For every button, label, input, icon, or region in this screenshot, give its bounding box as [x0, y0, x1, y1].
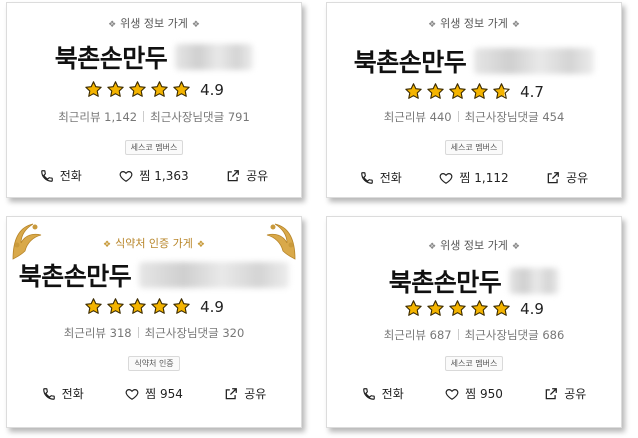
heart-icon: [445, 388, 459, 400]
store-card-1[interactable]: ❖ 위생 정보 가게 ❖ 북촌손만두 4.9 최근리뷰 1,142 최근사장님댓글 7…: [6, 2, 302, 198]
star-full-icon: [471, 83, 488, 99]
star-full-icon: [493, 300, 510, 316]
rating-score: 4.9: [520, 299, 544, 318]
rating: 4.7: [327, 82, 621, 101]
call-button[interactable]: 전화: [40, 167, 82, 184]
star-full-icon: [449, 83, 466, 99]
diamond-icon: ❖: [428, 242, 437, 252]
heart-icon: [440, 172, 453, 184]
rating-score: 4.7: [520, 82, 544, 101]
star-full-icon: [173, 298, 190, 314]
rating-score: 4.9: [200, 80, 224, 99]
star-full-icon: [405, 83, 422, 99]
store-name[interactable]: 북촌손만두: [354, 43, 467, 79]
divider: [137, 327, 139, 338]
share-button[interactable]: 공유: [546, 169, 588, 186]
share-button[interactable]: 공유: [226, 167, 268, 184]
star-full-icon: [471, 300, 488, 316]
like-button[interactable]: 찜 950: [445, 385, 503, 402]
rating-score: 4.9: [200, 297, 224, 316]
phone-icon: [360, 171, 373, 184]
hygiene-tag: ❖ 위생 정보 가게 ❖: [108, 17, 200, 30]
cesco-badge: 세스코 멤버스: [444, 356, 504, 371]
share-icon: [545, 387, 558, 399]
hygiene-tag: ❖ 위생 정보 가게 ❖: [428, 17, 520, 30]
like-button[interactable]: 찜 1,112: [439, 169, 509, 186]
store-card-3[interactable]: ❖ 식약처 인증 가게 ❖ 북촌손만두 4.9 최근리뷰 318 최근사장님댓글 32…: [6, 216, 302, 428]
store-card-4[interactable]: ❖ 위생 정보 가게 ❖ 북촌손만두 4.9 최근리뷰 687 최근사장님댓글 686…: [326, 216, 622, 428]
like-button[interactable]: 찜 1,363: [119, 167, 189, 184]
cesco-badge: 세스코 멤버스: [444, 140, 504, 155]
like-button[interactable]: 찜 954: [125, 385, 183, 402]
diamond-icon: ❖: [511, 20, 520, 30]
diamond-icon: ❖: [428, 20, 437, 30]
diamond-icon: ❖: [196, 240, 205, 250]
star-full-icon: [427, 83, 444, 99]
star-full-icon: [449, 300, 466, 316]
rating: 4.9: [327, 299, 621, 318]
phone-icon: [42, 387, 55, 400]
store-name[interactable]: 북촌손만두: [389, 263, 502, 299]
diamond-icon: ❖: [108, 20, 117, 30]
star-full-icon: [173, 81, 190, 97]
recent-reviews-count[interactable]: 최근리뷰 687: [384, 328, 452, 342]
diamond-icon: ❖: [191, 20, 200, 30]
call-button[interactable]: 전화: [42, 385, 84, 402]
recent-reviews-count[interactable]: 최근리뷰 318: [64, 326, 132, 340]
share-icon: [227, 169, 240, 181]
divider: [457, 111, 459, 122]
owner-replies-count[interactable]: 최근사장님댓글 686: [465, 328, 565, 342]
call-button[interactable]: 전화: [362, 385, 404, 402]
rating: 4.9: [7, 297, 301, 316]
star-full-icon: [85, 298, 102, 314]
store-card-2[interactable]: ❖ 위생 정보 가게 ❖ 북촌손만두 4.7 최근리뷰 440 최근사장님댓글 454…: [326, 2, 622, 198]
blurred-branch-name: [175, 44, 254, 70]
divider: [143, 111, 145, 122]
star-full-icon: [405, 300, 422, 316]
blurred-branch-name: [509, 268, 560, 294]
star-full-icon: [129, 81, 146, 97]
divider: [457, 329, 459, 340]
phone-icon: [40, 169, 53, 182]
star-full-icon: [151, 298, 168, 314]
recent-reviews-count[interactable]: 최근리뷰 440: [384, 110, 452, 124]
share-icon: [547, 171, 560, 183]
blurred-branch-name: [139, 262, 290, 288]
cesco-badge: 세스코 멤버스: [124, 140, 184, 155]
hygiene-tag: ❖ 위생 정보 가게 ❖: [428, 239, 520, 252]
heart-icon: [120, 170, 133, 182]
mfds-badge: 식약처 인증: [128, 356, 180, 371]
store-name[interactable]: 북촌손만두: [19, 257, 132, 293]
owner-replies-count[interactable]: 최근사장님댓글 454: [465, 110, 565, 124]
star-full-icon: [107, 81, 124, 97]
recent-reviews-count[interactable]: 최근리뷰 1,142: [58, 110, 137, 124]
star-half-icon: [493, 83, 510, 99]
star-full-icon: [427, 300, 444, 316]
rating: 4.9: [7, 80, 301, 99]
share-button[interactable]: 공유: [224, 385, 266, 402]
star-full-icon: [151, 81, 168, 97]
mfds-tag: ❖ 식약처 인증 가게 ❖: [103, 237, 205, 250]
owner-replies-count[interactable]: 최근사장님댓글 791: [150, 110, 250, 124]
share-button[interactable]: 공유: [544, 385, 586, 402]
blurred-branch-name: [474, 48, 595, 74]
share-icon: [225, 387, 238, 399]
heart-icon: [125, 388, 139, 400]
owner-replies-count[interactable]: 최근사장님댓글 320: [145, 326, 245, 340]
phone-icon: [362, 387, 375, 400]
store-name[interactable]: 북촌손만두: [55, 39, 168, 75]
call-button[interactable]: 전화: [360, 169, 402, 186]
star-full-icon: [107, 298, 124, 314]
diamond-icon: ❖: [511, 242, 520, 252]
star-full-icon: [85, 81, 102, 97]
star-full-icon: [129, 298, 146, 314]
diamond-icon: ❖: [103, 240, 112, 250]
